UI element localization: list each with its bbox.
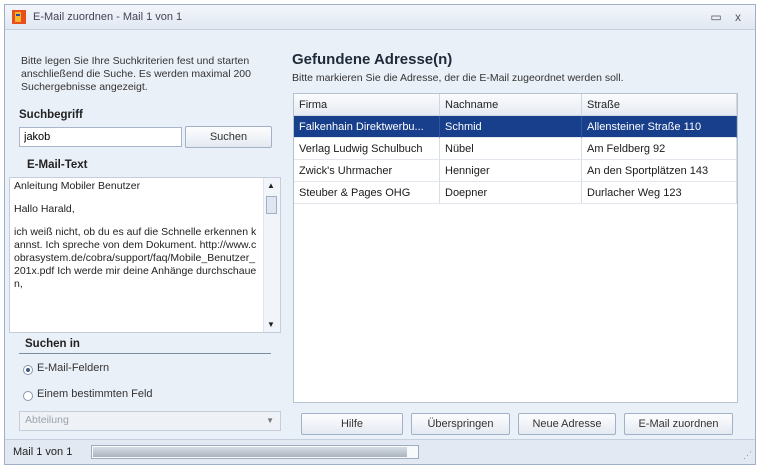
help-button[interactable]: Hilfe bbox=[301, 413, 403, 435]
mail-text-body: Anleitung Mobiler Benutzer Hallo Harald,… bbox=[14, 180, 258, 301]
column-header-nachname[interactable]: Nachname bbox=[440, 94, 582, 116]
results-subtitle: Bitte markieren Sie die Adresse, der die… bbox=[292, 72, 624, 84]
table-row[interactable]: Zwick's Uhrmacher Henniger An den Sportp… bbox=[294, 160, 737, 182]
scroll-thumb[interactable] bbox=[266, 196, 277, 214]
column-header-strasse[interactable]: Straße bbox=[582, 94, 737, 116]
radio-email-fields-label[interactable]: E-Mail-Feldern bbox=[37, 362, 109, 374]
search-label: Suchbegriff bbox=[19, 109, 83, 121]
scroll-down-icon[interactable]: ▼ bbox=[267, 320, 275, 329]
mail-text-line: Hallo Harald, bbox=[14, 203, 75, 215]
table-cell: Falkenhain Direktwerbu... bbox=[294, 116, 440, 138]
table-cell: Zwick's Uhrmacher bbox=[294, 160, 440, 182]
column-header-firma[interactable]: Firma bbox=[294, 94, 440, 116]
mailtext-label: E-Mail-Text bbox=[27, 159, 88, 171]
search-in-label: Suchen in bbox=[25, 338, 80, 350]
results-title: Gefundene Adresse(n) bbox=[292, 51, 453, 68]
table-cell: Am Feldberg 92 bbox=[582, 138, 737, 160]
field-select-value: Abteilung bbox=[25, 414, 69, 426]
table-row[interactable]: Steuber & Pages OHG Doepner Durlacher We… bbox=[294, 182, 737, 204]
progress-bar bbox=[91, 445, 419, 459]
dialog-window: E-Mail zuordnen - Mail 1 von 1 ▭ x Bitte… bbox=[4, 4, 756, 465]
assign-email-button[interactable]: E-Mail zuordnen bbox=[624, 413, 733, 435]
results-table[interactable]: Firma Nachname Straße Falkenhain Direktw… bbox=[293, 93, 738, 403]
skip-button[interactable]: Überspringen bbox=[411, 413, 510, 435]
resize-grip-icon[interactable]: ⋰ bbox=[743, 450, 752, 461]
mail-text-scrollbar[interactable]: ▲ ▼ bbox=[263, 178, 280, 332]
table-cell: Doepner bbox=[440, 182, 582, 204]
table-cell: Schmid bbox=[440, 116, 582, 138]
mail-text-box[interactable]: Anleitung Mobiler Benutzer Hallo Harald,… bbox=[9, 177, 281, 333]
mail-text-line: Anleitung Mobiler Benutzer bbox=[14, 180, 141, 192]
intro-text: Bitte legen Sie Ihre Suchkriterien fest … bbox=[21, 55, 251, 93]
scroll-up-icon[interactable]: ▲ bbox=[267, 181, 275, 190]
new-address-button[interactable]: Neue Adresse bbox=[518, 413, 616, 435]
app-icon bbox=[12, 10, 26, 24]
table-cell: Durlacher Weg 123 bbox=[582, 182, 737, 204]
table-cell: Henniger bbox=[440, 160, 582, 182]
progress-fill bbox=[93, 447, 408, 457]
window-title: E-Mail zuordnen - Mail 1 von 1 bbox=[33, 11, 183, 23]
status-bar: Mail 1 von 1 ⋰ bbox=[5, 439, 755, 464]
status-text: Mail 1 von 1 bbox=[13, 446, 73, 458]
radio-specific-field-label[interactable]: Einem bestimmten Feld bbox=[37, 388, 153, 400]
radio-specific-field[interactable] bbox=[23, 391, 33, 401]
field-select[interactable]: Abteilung ▼ bbox=[19, 411, 281, 431]
table-cell: Allensteiner Straße 110 bbox=[582, 116, 737, 138]
table-row[interactable]: Verlag Ludwig Schulbuch Nübel Am Feldber… bbox=[294, 138, 737, 160]
search-input[interactable] bbox=[19, 127, 182, 147]
title-bar: E-Mail zuordnen - Mail 1 von 1 ▭ x bbox=[5, 5, 755, 30]
chevron-down-icon[interactable]: ▼ bbox=[266, 416, 274, 425]
search-button[interactable]: Suchen bbox=[185, 126, 272, 148]
mail-text-line: ich weiß nicht, ob du es auf die Schnell… bbox=[14, 226, 257, 290]
table-row[interactable]: Falkenhain Direktwerbu... Schmid Allenst… bbox=[294, 116, 737, 138]
radio-email-fields[interactable] bbox=[23, 365, 33, 375]
table-cell: Nübel bbox=[440, 138, 582, 160]
maximize-icon[interactable]: ▭ bbox=[707, 8, 725, 26]
search-in-divider bbox=[19, 353, 271, 354]
table-cell: An den Sportplätzen 143 bbox=[582, 160, 737, 182]
table-cell: Verlag Ludwig Schulbuch bbox=[294, 138, 440, 160]
close-icon[interactable]: x bbox=[729, 8, 747, 26]
table-cell: Steuber & Pages OHG bbox=[294, 182, 440, 204]
